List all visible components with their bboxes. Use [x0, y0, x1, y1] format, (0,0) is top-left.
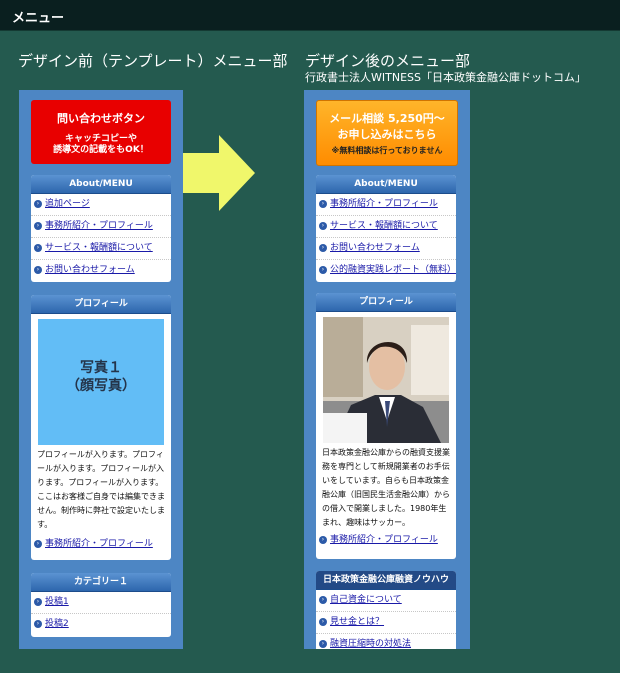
left-category-heading: カテゴリー１ — [31, 573, 171, 592]
right-knowhow-heading: 日本政策金融公庫融資ノウハウ — [316, 571, 456, 590]
right-knowhow-item-3[interactable]: › 融資圧縮時の対処法 — [316, 634, 456, 649]
arrow-icon: › — [34, 598, 42, 606]
arrow-icon: › — [319, 536, 327, 544]
left-about-item-3[interactable]: › サービス・報酬額について — [31, 238, 171, 260]
arrow-icon: › — [319, 266, 327, 274]
left-cta-line2: キャッチコピーや 誘導文の記載をもOK！ — [31, 134, 171, 156]
arrow-icon: › — [319, 244, 327, 252]
right-about-item-1-label: 事務所紹介・プロフィール — [330, 199, 438, 209]
right-profile-link-label: 事務所紹介・プロフィール — [330, 535, 438, 545]
arrow-icon: › — [34, 540, 42, 548]
left-about-item-4[interactable]: › お問い合わせフォーム — [31, 260, 171, 281]
photo-placeholder-line2: （顔写真） — [66, 378, 136, 394]
arrow-icon: › — [319, 618, 327, 626]
right-section-subtitle: 行政書士法人WITNESS「日本政策金融公庫ドットコム」 — [305, 71, 586, 84]
left-about-panel: About/MENU › 追加ページ › 事務所紹介・プロフィール › サービス・報酬… — [31, 175, 171, 282]
left-section-title: デザイン前（テンプレート）メニュー部 — [18, 52, 288, 70]
right-about-item-3-label: お問い合わせフォーム — [330, 243, 420, 253]
left-profile-panel: プロフィール 写真１ （顔写真） プロフィールが入ります。プロフィールが入ります… — [31, 295, 171, 560]
right-about-item-1[interactable]: › 事務所紹介・プロフィール — [316, 194, 456, 216]
left-about-item-1[interactable]: › 追加ページ — [31, 194, 171, 216]
top-bar: メニュー — [0, 0, 620, 31]
left-about-item-1-label: 追加ページ — [45, 199, 90, 209]
arrow-icon: › — [319, 596, 327, 604]
arrow-icon: › — [319, 640, 327, 648]
left-profile-link[interactable]: › 事務所紹介・プロフィール — [31, 534, 171, 555]
arrow-icon: › — [34, 266, 42, 274]
left-profile-link-label: 事務所紹介・プロフィール — [45, 539, 153, 549]
left-profile-text: プロフィールが入ります。プロフィールが入ります。プロフィールが入ります。プロフィ… — [37, 450, 165, 529]
right-profile-panel: プロフィール 日本政策金融公庫からの融資支援業務を専門として新規開業者のお手伝い… — [316, 293, 456, 559]
left-category-item-2-label: 投稿2 — [45, 619, 69, 629]
profile-photo — [323, 317, 449, 443]
left-menu-column: 問い合わせボタン キャッチコピーや 誘導文の記載をもOK！ About/MENU… — [19, 90, 183, 649]
arrow-icon: › — [34, 200, 42, 208]
left-cta-line2a: キャッチコピーや — [64, 134, 137, 144]
photo-placeholder-line1: 写真１ — [80, 360, 122, 376]
right-profile-link[interactable]: › 事務所紹介・プロフィール — [316, 530, 456, 551]
arrow-icon: › — [34, 244, 42, 252]
right-about-heading: About/MENU — [316, 175, 456, 194]
right-apply-button[interactable]: メール相談 5,250円～ お申し込みはこちら ※無料相談は行っておりません — [316, 100, 458, 166]
left-about-item-2[interactable]: › 事務所紹介・プロフィール — [31, 216, 171, 238]
right-arrow-icon — [183, 135, 255, 211]
left-cta-line1: 問い合わせボタン — [57, 112, 145, 125]
arrow-icon: › — [34, 620, 42, 628]
arrow-icon: › — [319, 200, 327, 208]
right-cta-line3: ※無料相談は行っておりません — [331, 146, 443, 155]
arrow-icon: › — [319, 222, 327, 230]
right-knowhow-panel: 日本政策金融公庫融資ノウハウ › 自己資金について › 見せ金とは？ › 融資圧縮時の… — [316, 571, 456, 649]
right-knowhow-item-2-label: 見せ金とは？ — [330, 617, 385, 627]
photo-placeholder: 写真１ （顔写真） — [38, 319, 164, 445]
left-about-item-3-label: サービス・報酬額について — [45, 243, 153, 253]
right-knowhow-item-1-label: 自己資金について — [330, 595, 402, 605]
left-cta-line2b: 誘導文の記載をもOK！ — [53, 145, 149, 155]
left-category-item-2[interactable]: › 投稿2 — [31, 614, 171, 635]
right-about-panel: About/MENU › 事務所紹介・プロフィール › サービス・報酬額について ›… — [316, 175, 456, 282]
left-about-heading: About/MENU — [31, 175, 171, 194]
left-category-panel: カテゴリー１ › 投稿1 › 投稿2 — [31, 573, 171, 637]
person-photo-icon — [323, 317, 449, 443]
right-cta-line1: メール相談 5,250円～ — [329, 112, 445, 125]
right-menu-column: メール相談 5,250円～ お申し込みはこちら ※無料相談は行っておりません A… — [304, 90, 470, 649]
left-category-item-1-label: 投稿1 — [45, 597, 69, 607]
right-about-item-4-label: 公的融資実践レポート（無料） — [330, 265, 456, 275]
right-section-title: デザイン後のメニュー部 — [305, 52, 471, 70]
arrow-icon: › — [34, 222, 42, 230]
left-profile-heading: プロフィール — [31, 295, 171, 314]
right-about-item-3[interactable]: › お問い合わせフォーム — [316, 238, 456, 260]
top-bar-title: メニュー — [12, 11, 65, 26]
left-about-item-2-label: 事務所紹介・プロフィール — [45, 221, 153, 231]
right-about-item-2-label: サービス・報酬額について — [330, 221, 438, 231]
left-contact-button[interactable]: 問い合わせボタン キャッチコピーや 誘導文の記載をもOK！ — [31, 100, 171, 164]
right-about-item-2[interactable]: › サービス・報酬額について — [316, 216, 456, 238]
left-category-item-1[interactable]: › 投稿1 — [31, 592, 171, 614]
left-about-item-4-label: お問い合わせフォーム — [45, 265, 135, 275]
right-knowhow-item-3-label: 融資圧縮時の対処法 — [330, 639, 412, 649]
right-knowhow-item-1[interactable]: › 自己資金について — [316, 590, 456, 612]
right-about-item-4[interactable]: › 公的融資実践レポート（無料） — [316, 260, 456, 281]
right-cta-line2: お申し込みはこちら — [337, 128, 437, 141]
right-profile-text: 日本政策金融公庫からの融資支援業務を専門として新規開業者のお手伝いをしています。… — [322, 448, 450, 527]
right-profile-heading: プロフィール — [316, 293, 456, 312]
right-knowhow-item-2[interactable]: › 見せ金とは？ — [316, 612, 456, 634]
